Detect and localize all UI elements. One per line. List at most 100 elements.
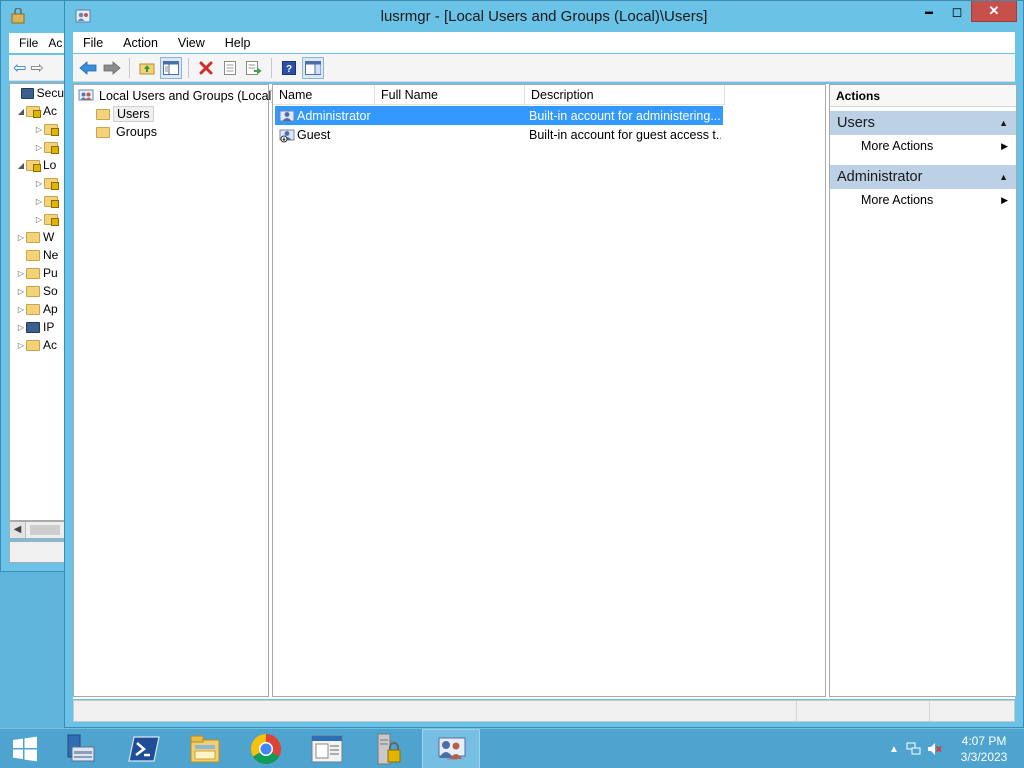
tree-item-groups[interactable]: Groups [96, 123, 160, 141]
bw-tree-item[interactable]: ▷ [10, 210, 68, 228]
cell-description: Built-in account for administering... [525, 109, 721, 123]
menu-action[interactable]: Action [123, 36, 158, 50]
taskbar-local-security-policy[interactable] [360, 729, 418, 768]
bw-tree-item[interactable]: ▷ [10, 192, 68, 210]
delete-button[interactable] [195, 57, 217, 79]
action-pane-icon [305, 60, 321, 75]
taskbar-lusrmgr[interactable] [422, 729, 480, 768]
show-hidden-icons-button[interactable]: ▲ [884, 739, 904, 759]
menu-view[interactable]: View [178, 36, 205, 50]
tree-expander-icon[interactable]: ◢ [16, 107, 26, 116]
column-header-name[interactable]: Name [273, 85, 375, 105]
titlebar[interactable]: lusrmgr - [Local Users and Groups (Local… [65, 1, 1023, 31]
bw-tree-item[interactable]: ▷ So [10, 282, 68, 300]
folder-icon [26, 285, 40, 297]
start-button[interactable] [0, 729, 50, 768]
menu-file[interactable]: File [83, 36, 103, 50]
maximize-button[interactable]: ◻ [943, 1, 971, 22]
tree-expander-icon[interactable]: ▷ [34, 179, 44, 188]
tree-expander-icon[interactable]: ▷ [16, 233, 26, 242]
tree-expander-icon[interactable]: ◢ [16, 161, 26, 170]
users-more-actions[interactable]: More Actions ▶ [830, 135, 1016, 157]
forward-arrow-icon[interactable]: ⇨ [30, 58, 43, 78]
bw-tree-item[interactable]: ▷ Ac [10, 336, 68, 354]
volume-tray-button[interactable] [924, 739, 944, 759]
network-icon [906, 742, 921, 755]
svg-text:?: ? [286, 64, 292, 75]
security-policy-icon [377, 733, 401, 765]
tree-expander-icon[interactable]: ▷ [34, 125, 44, 134]
bw-tree-item[interactable]: ▷ Ap [10, 300, 68, 318]
user-name: Administrator [297, 108, 371, 123]
scroll-left-icon[interactable]: ◀ [10, 522, 26, 538]
list-header: Name Full Name Description [273, 85, 725, 105]
collapse-up-icon[interactable]: ▲ [999, 118, 1008, 128]
tree-expander-icon[interactable]: ▷ [34, 143, 44, 152]
close-button[interactable]: ✕ [971, 1, 1017, 22]
tree-expander-icon[interactable]: ▷ [16, 341, 26, 350]
taskbar-server-manager[interactable] [52, 729, 110, 768]
bw-menu-action[interactable]: Ac [48, 36, 62, 50]
bw-tree-item[interactable]: ◢ Lo [10, 156, 68, 174]
table-row-administrator[interactable]: Administrator Built-in account for admin… [275, 106, 723, 125]
properties-button[interactable] [219, 57, 241, 79]
background-window-toolbar: ⇦ ⇨ [9, 55, 69, 81]
taskbar-file-explorer[interactable] [176, 729, 234, 768]
windows-logo-icon [13, 736, 37, 762]
powershell-icon [128, 736, 160, 762]
clock-date: 3/3/2023 [960, 750, 1008, 764]
bw-tree-label: So [43, 284, 58, 298]
tree-expander-icon[interactable]: ▷ [16, 305, 26, 314]
collapse-up-icon[interactable]: ▲ [999, 172, 1008, 182]
tree-expander-icon[interactable]: ▷ [34, 197, 44, 206]
help-button[interactable]: ? [278, 57, 300, 79]
show-hide-action-pane-button[interactable] [302, 56, 324, 79]
administrator-more-actions[interactable]: More Actions ▶ [830, 189, 1016, 211]
tree-users-label: Users [113, 106, 154, 122]
bw-tree-label: Ap [43, 302, 58, 316]
tree-expander-icon[interactable]: ▷ [16, 287, 26, 296]
taskbar-powershell[interactable] [115, 729, 173, 768]
back-arrow-icon[interactable]: ⇦ [13, 58, 26, 78]
bw-tree-item[interactable]: ▷ Pu [10, 264, 68, 282]
cell-name: Guest [275, 127, 375, 143]
background-window[interactable]: File Ac ⇦ ⇨ Secur ◢ Ac ▷ ▷ ◢ Lo ▷ ▷ ▷ ▷ W Ne ▷ Pu ▷ So ▷ A… [0, 0, 70, 572]
table-row-guest[interactable]: Guest Built-in account for guest access … [275, 125, 723, 144]
forward-button[interactable] [101, 57, 123, 79]
background-window-hscrollbar[interactable]: ◀ [9, 521, 69, 539]
tree-item-users[interactable]: Users [96, 105, 154, 123]
tree-expander-icon[interactable]: ▷ [34, 215, 44, 224]
bw-tree-item[interactable]: ▷ W [10, 228, 68, 246]
show-hide-console-tree-button[interactable] [160, 56, 182, 79]
bw-tree-item[interactable]: Ne [10, 246, 68, 264]
bw-tree-item[interactable]: Secur [10, 84, 68, 102]
taskbar-chrome[interactable] [237, 729, 295, 768]
bw-tree-item[interactable]: ▷ [10, 174, 68, 192]
action-group-administrator[interactable]: Administrator ▲ [830, 165, 1016, 189]
tree-expander-icon[interactable]: ▷ [16, 269, 26, 278]
more-actions-label: More Actions [861, 139, 934, 153]
scroll-thumb[interactable] [30, 525, 60, 535]
bw-tree-item[interactable]: ▷ [10, 120, 68, 138]
bw-menu-file[interactable]: File [19, 36, 38, 50]
background-window-menubar: File Ac [9, 33, 69, 53]
forward-arrow-icon [103, 60, 121, 75]
background-window-titlebar[interactable] [1, 1, 69, 31]
bw-tree-item[interactable]: ▷ IP [10, 318, 68, 336]
tree-expander-icon[interactable]: ▷ [16, 323, 26, 332]
user-description: Built-in account for guest access t... [529, 127, 721, 142]
export-list-button[interactable] [243, 57, 265, 79]
up-one-level-button[interactable] [136, 57, 158, 79]
column-header-description[interactable]: Description [525, 85, 725, 105]
bw-tree-item[interactable]: ◢ Ac [10, 102, 68, 120]
menu-help[interactable]: Help [225, 36, 251, 50]
clock[interactable]: 4:07 PM 3/3/2023 [944, 733, 1024, 765]
network-tray-button[interactable] [904, 739, 924, 759]
minimize-button[interactable]: ▬ [915, 1, 943, 22]
column-header-full-name[interactable]: Full Name [375, 85, 525, 105]
taskbar-event-viewer[interactable] [298, 729, 356, 768]
action-group-users[interactable]: Users ▲ [830, 111, 1016, 135]
bw-tree-item[interactable]: ▷ [10, 138, 68, 156]
back-button[interactable] [77, 57, 99, 79]
tree-item-root[interactable]: Local Users and Groups (Local) [78, 87, 278, 105]
